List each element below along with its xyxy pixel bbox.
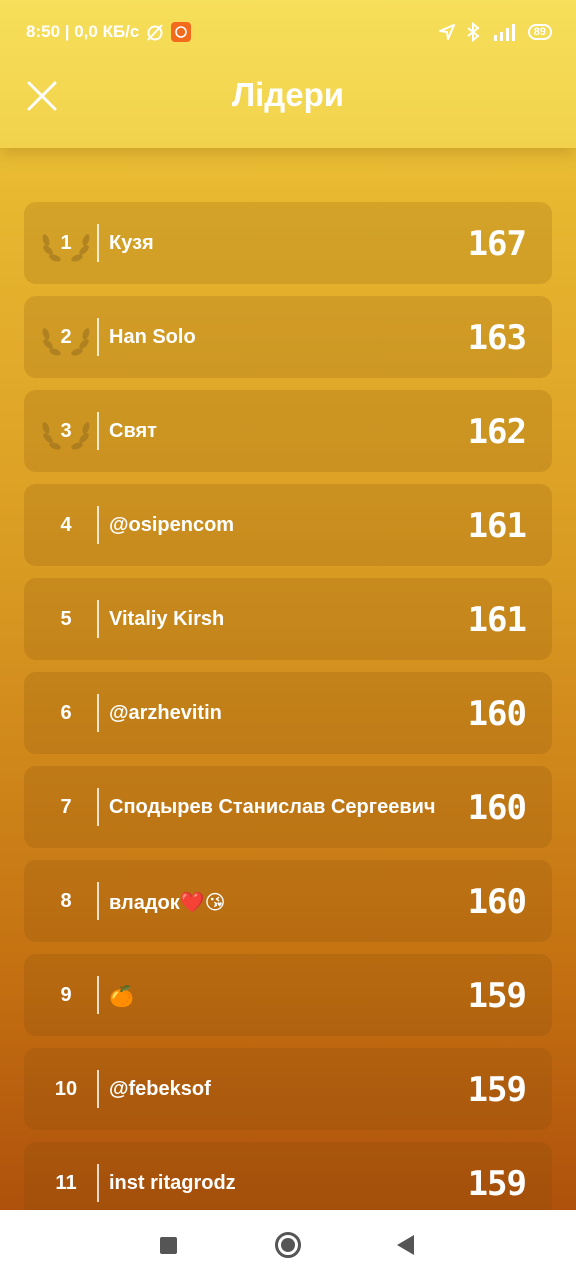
player-name: @osipencom (109, 514, 235, 536)
divider (97, 412, 99, 450)
leader-row[interactable]: 4 @osipencom 161 (24, 484, 552, 566)
rank-number: 3 (60, 420, 72, 442)
rank-badge: 4 (38, 484, 94, 566)
divider (97, 788, 99, 826)
player-score: 159 (467, 1070, 527, 1110)
player-name: владок❤️😘 (109, 892, 226, 914)
rank-badge: 5 (38, 578, 94, 660)
rank-badge: 9 (38, 954, 94, 1036)
leader-row[interactable]: 6 @arzhevitin 160 (24, 672, 552, 754)
player-name: 🍊 (109, 986, 134, 1008)
leader-row[interactable]: 5 Vitaliy Kirsh 161 (24, 578, 552, 660)
rank-number: 10 (54, 1078, 78, 1100)
rank-badge: 2 (38, 296, 94, 378)
player-name: Vitaliy Kirsh (109, 608, 225, 630)
divider (97, 224, 99, 262)
player-score: 159 (467, 1164, 527, 1204)
player-name: Han Solo (109, 326, 196, 348)
divider (97, 506, 99, 544)
app-notification-icon (171, 22, 192, 42)
rank-badge: 3 (38, 390, 94, 472)
divider (97, 882, 99, 920)
location-icon (438, 24, 455, 40)
rank-number: 2 (60, 326, 72, 348)
square-recents-icon[interactable] (160, 1237, 177, 1254)
divider (97, 976, 99, 1014)
leader-row[interactable]: 10 @febeksof 159 (24, 1048, 552, 1130)
player-name: Свят (109, 420, 157, 442)
divider (97, 318, 99, 356)
rank-badge: 8 (38, 860, 94, 942)
player-score: 159 (467, 976, 527, 1016)
leaderboard-list: 1 Кузя 167 2 Han Solo 163 3 Свят 162 4 @osipencom 1… (24, 202, 552, 1236)
rank-number: 1 (60, 232, 72, 254)
status-bar: 8:50 | 0,0 КБ/с 89 (26, 22, 552, 46)
rank-number: 11 (55, 1172, 77, 1194)
player-score: 167 (467, 224, 527, 264)
player-score: 163 (467, 318, 527, 358)
rank-number: 8 (60, 890, 72, 912)
divider (97, 1070, 99, 1108)
rank-badge: 1 (38, 202, 94, 284)
signal-icon (493, 24, 515, 41)
leader-row[interactable]: 7 Сподырев Станислав Сергеевич 160 (24, 766, 552, 848)
player-name: Кузя (109, 232, 154, 254)
divider (97, 1164, 99, 1202)
player-score: 160 (467, 694, 527, 734)
leader-row[interactable]: 3 Свят 162 (24, 390, 552, 472)
leader-row[interactable]: 8 владок❤️😘 160 (24, 860, 552, 942)
alarm-off-icon (147, 24, 164, 41)
player-name: inst ritagrodz (109, 1172, 236, 1194)
rank-badge: 6 (38, 672, 94, 754)
rank-number: 4 (60, 514, 72, 536)
rank-badge: 10 (38, 1048, 94, 1130)
leader-row[interactable]: 1 Кузя 167 (24, 202, 552, 284)
rank-number: 9 (60, 984, 72, 1006)
leader-row[interactable]: 9 🍊 159 (24, 954, 552, 1036)
rank-badge: 7 (38, 766, 94, 848)
player-score: 161 (467, 506, 527, 546)
player-name: @febeksof (109, 1078, 211, 1100)
player-name: Сподырев Станислав Сергеевич (109, 796, 436, 818)
divider (97, 694, 99, 732)
status-time: 8:50 | 0,0 КБ/с (26, 22, 140, 41)
circle-home-icon[interactable] (275, 1232, 301, 1258)
rank-number: 5 (60, 608, 72, 630)
player-score: 160 (467, 788, 527, 828)
rank-number: 6 (60, 702, 72, 724)
triangle-back-icon[interactable] (397, 1235, 414, 1255)
player-score: 161 (467, 600, 527, 640)
divider (97, 600, 99, 638)
leader-row[interactable]: 2 Han Solo 163 (24, 296, 552, 378)
battery-icon: 89 (527, 24, 552, 40)
top-bar: 8:50 | 0,0 КБ/с 89 Лідери (0, 0, 576, 148)
player-name: @arzhevitin (109, 702, 222, 724)
player-score: 160 (467, 882, 527, 922)
rank-number: 7 (60, 796, 72, 818)
page-title: Лідери (231, 76, 345, 113)
bluetooth-icon (467, 22, 480, 42)
player-score: 162 (467, 412, 527, 452)
navigation-bar (0, 1210, 576, 1280)
